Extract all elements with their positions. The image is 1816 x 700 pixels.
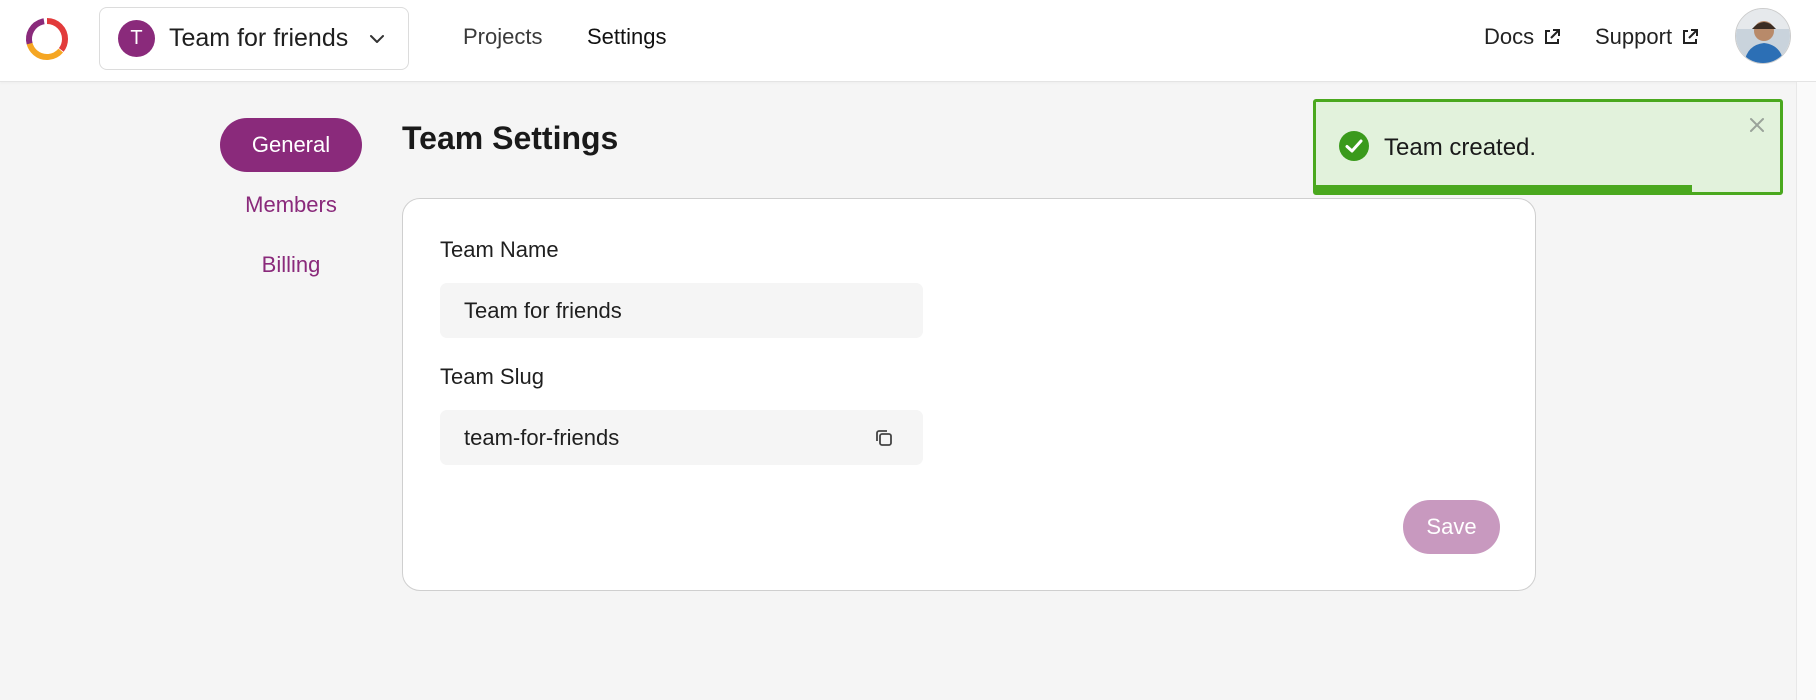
settings-sidebar: General Members Billing <box>220 118 362 298</box>
toast-progress-bar <box>1316 185 1692 192</box>
nav-projects[interactable]: Projects <box>463 24 542 50</box>
toast-message: Team created. <box>1384 134 1537 161</box>
team-avatar: T <box>118 20 155 57</box>
team-switcher-name: Team for friends <box>169 24 349 52</box>
docs-link[interactable]: Docs <box>1484 24 1562 50</box>
team-slug-value: team-for-friends <box>464 424 620 450</box>
check-circle-icon <box>1339 131 1369 161</box>
user-avatar[interactable] <box>1735 8 1791 64</box>
team-name-input[interactable]: Team for friends <box>440 283 923 338</box>
team-settings-card: Team Name Team for friends Team Slug tea… <box>402 198 1536 591</box>
support-link[interactable]: Support <box>1595 24 1700 50</box>
sidebar-item-billing[interactable]: Billing <box>220 238 362 292</box>
sidebar-item-general[interactable]: General <box>220 118 362 172</box>
team-name-label: Team Name <box>440 237 559 262</box>
copy-icon[interactable] <box>873 427 895 449</box>
toast-progress-track <box>1316 185 1780 192</box>
top-navigation-bar: T Team for friends Projects Settings Doc… <box>0 0 1816 82</box>
external-link-icon <box>1545 29 1561 44</box>
app-logo-icon[interactable] <box>24 16 70 62</box>
chevron-down-icon <box>370 35 384 43</box>
sidebar-item-members[interactable]: Members <box>220 178 362 232</box>
external-link-icon <box>1683 29 1699 44</box>
save-button[interactable]: Save <box>1403 500 1500 554</box>
scrollbar-track[interactable] <box>1796 82 1816 700</box>
user-photo-icon <box>1736 9 1790 63</box>
success-toast: Team created. <box>1313 99 1783 195</box>
support-label: Support <box>1595 24 1673 49</box>
page-title: Team Settings <box>402 120 619 156</box>
nav-settings[interactable]: Settings <box>587 24 667 50</box>
docs-label: Docs <box>1484 24 1535 49</box>
team-switcher[interactable]: T Team for friends <box>99 7 409 70</box>
team-slug-label: Team Slug <box>440 364 544 389</box>
close-icon[interactable] <box>1748 116 1766 134</box>
team-slug-field[interactable]: team-for-friends <box>440 410 923 465</box>
